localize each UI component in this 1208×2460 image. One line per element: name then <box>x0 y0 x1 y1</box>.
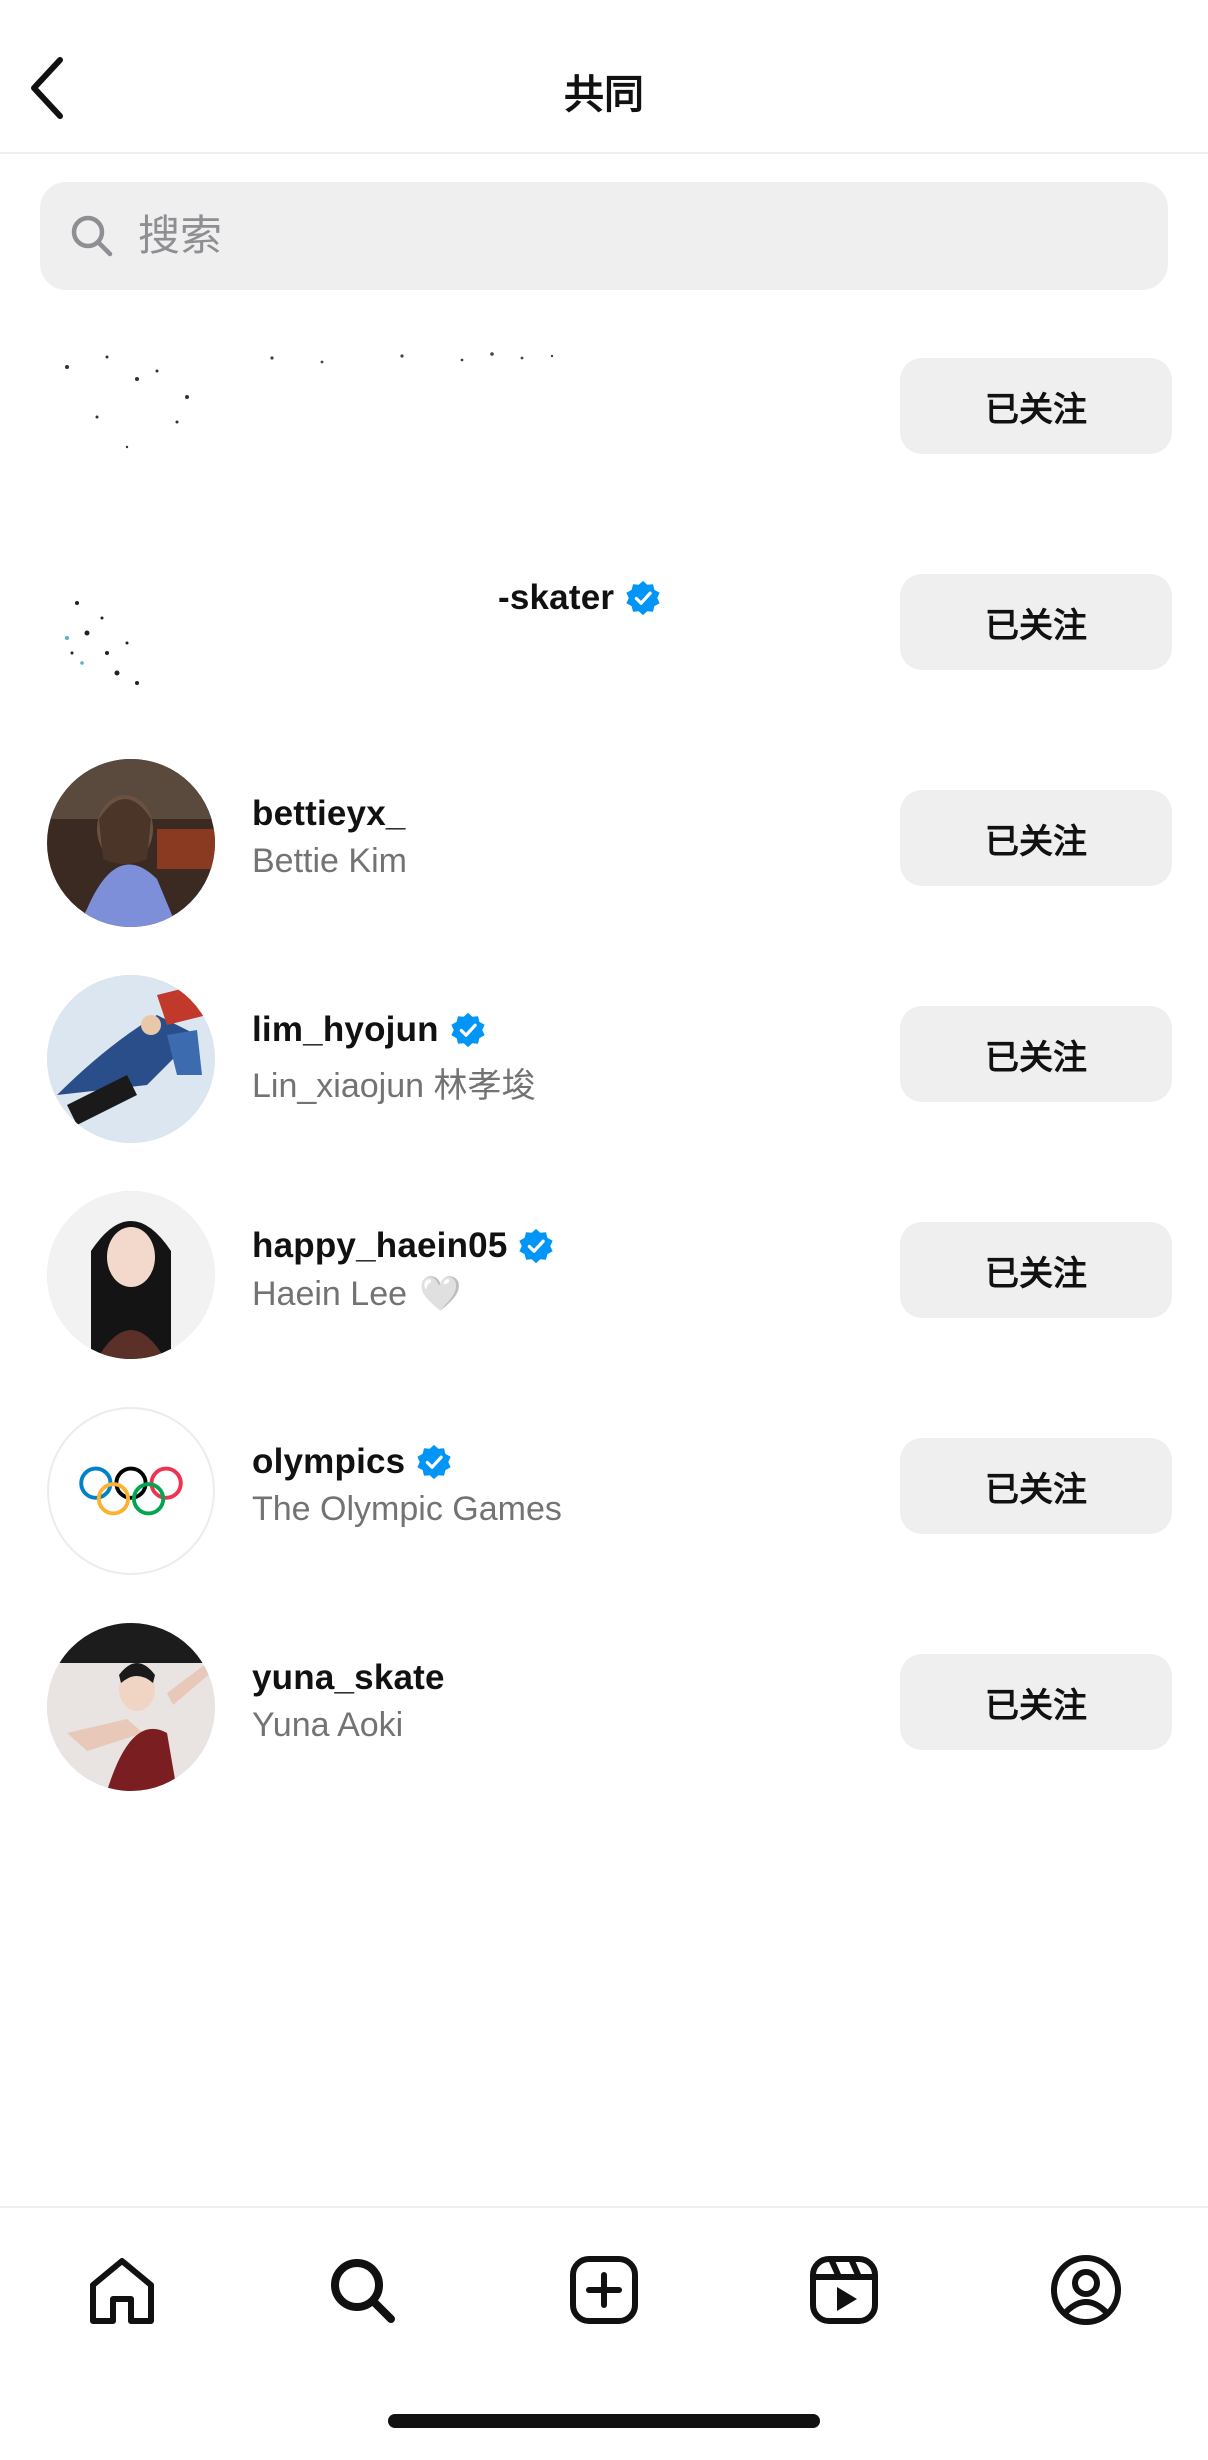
following-button[interactable]: 已关注 <box>900 1654 1172 1750</box>
account-names: olympics The Olympic Games <box>252 1438 562 1529</box>
reels-icon <box>810 2256 878 2324</box>
account-names: lim_hyojun Lin_xiaojun 林孝埈 <box>252 1006 535 1107</box>
screen: 共同 搜索 已关注 -skater 已关注 bettieyx_ Bettie K… <box>0 0 1208 2460</box>
account-names <box>252 300 592 425</box>
full-name: Haein Lee 🤍 <box>252 1274 462 1314</box>
search-icon <box>71 215 113 257</box>
page-title: 共同 <box>564 73 644 117</box>
nav-home[interactable] <box>82 2250 162 2330</box>
list-item[interactable]: 已关注 <box>0 300 1208 516</box>
verified-badge-icon <box>417 1444 451 1480</box>
home-icon <box>90 2258 154 2324</box>
home-indicator <box>388 2414 820 2428</box>
nav-reels[interactable] <box>804 2250 884 2330</box>
username: yuna_skate <box>252 1658 445 1697</box>
avatar <box>47 1623 215 1791</box>
avatar <box>47 759 215 927</box>
full-name: The Olympic Games <box>252 1490 562 1528</box>
list-item[interactable]: -skater 已关注 <box>0 516 1208 732</box>
following-button[interactable]: 已关注 <box>900 1438 1172 1534</box>
create-icon <box>570 2256 638 2324</box>
full-name: Yuna Aoki <box>252 1706 404 1744</box>
list-item[interactable]: happy_haein05 Haein Lee 🤍 已关注 <box>0 1164 1208 1380</box>
full-name: Lin_xiaojun 林孝埈 <box>252 1067 536 1105</box>
verified-badge-icon <box>626 580 660 616</box>
username: -skater <box>498 578 615 617</box>
account-names: happy_haein05 Haein Lee 🤍 <box>252 1222 555 1314</box>
following-button[interactable]: 已关注 <box>900 358 1172 454</box>
list-item[interactable]: bettieyx_ Bettie Kim 已关注 <box>0 732 1208 948</box>
redacted-text <box>270 352 554 364</box>
nav-create[interactable] <box>564 2250 644 2330</box>
list-item[interactable]: yuna_skate Yuna Aoki 已关注 <box>0 1596 1208 1812</box>
username: bettieyx_ <box>252 794 406 833</box>
search-bar[interactable] <box>40 182 1168 290</box>
verified-badge-icon <box>451 1012 485 1048</box>
account-names: -skater <box>498 574 662 622</box>
nav-search[interactable] <box>322 2250 402 2330</box>
account-names: yuna_skate Yuna Aoki <box>252 1654 445 1745</box>
white-heart-icon: 🤍 <box>419 1275 462 1313</box>
full-name: Bettie Kim <box>252 842 407 880</box>
username: happy_haein05 <box>252 1226 508 1265</box>
avatar <box>47 543 215 711</box>
account-names: bettieyx_ Bettie Kim <box>252 790 407 881</box>
nav-profile[interactable] <box>1046 2250 1126 2330</box>
search-input[interactable] <box>138 212 1038 260</box>
following-button[interactable]: 已关注 <box>900 1222 1172 1318</box>
olympic-rings-icon <box>79 1466 183 1516</box>
following-button[interactable]: 已关注 <box>900 790 1172 886</box>
avatar <box>47 1407 215 1575</box>
username: olympics <box>252 1442 406 1481</box>
username: lim_hyojun <box>252 1010 439 1049</box>
list-item[interactable]: lim_hyojun Lin_xiaojun 林孝埈 已关注 <box>0 948 1208 1164</box>
avatar <box>47 327 215 495</box>
avatar <box>47 1191 215 1359</box>
search-icon <box>331 2259 395 2323</box>
list-item[interactable]: olympics The Olympic Games 已关注 <box>0 1380 1208 1596</box>
following-button[interactable]: 已关注 <box>900 1006 1172 1102</box>
following-button[interactable]: 已关注 <box>900 574 1172 670</box>
profile-icon <box>1051 2255 1121 2325</box>
header: 共同 <box>0 0 1208 154</box>
verified-badge-icon <box>519 1228 554 1264</box>
avatar <box>47 975 215 1143</box>
